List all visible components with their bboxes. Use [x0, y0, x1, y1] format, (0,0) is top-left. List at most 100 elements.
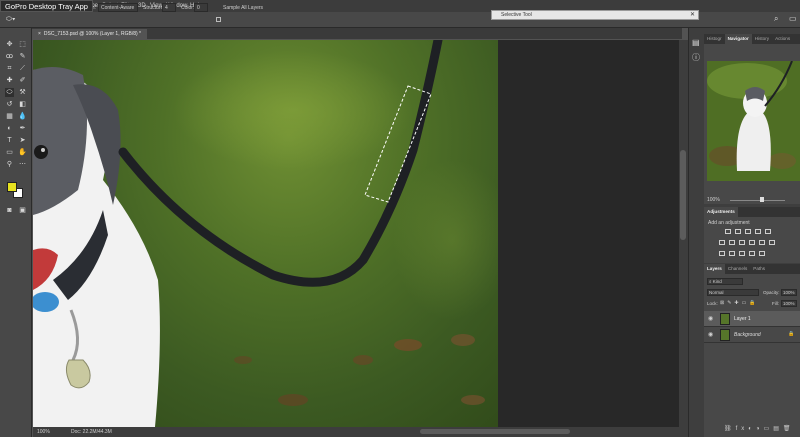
pen-tool-icon[interactable]: ✒: [18, 124, 27, 133]
history-brush-tool-icon[interactable]: ↺: [5, 100, 14, 109]
tab-actions[interactable]: Actions: [772, 34, 793, 44]
tab-paths[interactable]: Paths: [750, 264, 768, 274]
info-panel-icon[interactable]: ⓘ: [692, 52, 700, 63]
layer-thumbnail: [720, 329, 730, 341]
status-bar: 100% Doc: 22.2M/44.3M: [33, 427, 688, 437]
structure-select[interactable]: 4: [162, 3, 176, 12]
spot-healing-tool-icon[interactable]: ✚: [5, 76, 14, 85]
layer-filter-kind[interactable]: ⌕ Kind: [707, 278, 743, 285]
dodge-tool-icon[interactable]: ◐: [5, 124, 14, 133]
shape-tool-icon[interactable]: ▭: [5, 148, 14, 157]
close-icon[interactable]: ✕: [690, 11, 695, 19]
visibility-eye-icon[interactable]: ◉: [708, 331, 713, 338]
foreground-color-swatch[interactable]: [7, 182, 17, 192]
zoom-level[interactable]: 100%: [37, 427, 50, 437]
quick-select-tool-icon[interactable]: ✎: [18, 52, 27, 61]
photo-canvas: [33, 40, 498, 427]
layer-row-background[interactable]: ◉ Background 🔒: [704, 327, 800, 343]
search-icon[interactable]: ⌕: [774, 14, 778, 24]
navigator-preview[interactable]: [707, 61, 800, 181]
tab-navigator[interactable]: Navigator: [724, 34, 752, 44]
tab-histogram[interactable]: Histogr: [704, 34, 725, 44]
posterize-icon[interactable]: [729, 251, 735, 256]
patch-tool-preset-icon[interactable]: ⬭▾: [6, 15, 22, 24]
hand-tool-icon[interactable]: ✋: [18, 148, 27, 157]
black-white-icon[interactable]: [739, 240, 745, 245]
layers-footer-icons[interactable]: ⛓fx◐◑▭▤🗑: [724, 425, 795, 432]
blend-mode-select[interactable]: Normal: [707, 289, 759, 296]
vertical-scroll-thumb[interactable]: [680, 150, 686, 240]
selective-tool-window[interactable]: Selective Tool ✕: [491, 10, 699, 20]
eraser-tool-icon[interactable]: ◧: [18, 100, 27, 109]
quick-mask-icon[interactable]: ◙: [5, 206, 14, 215]
opacity-input[interactable]: 100%: [781, 289, 797, 296]
tab-close-icon[interactable]: ×: [38, 31, 41, 37]
navigator-zoom-slider-thumb[interactable]: [760, 197, 764, 202]
color-select[interactable]: 0: [194, 3, 208, 12]
lock-icons[interactable]: ⊠✎✚▭🔒: [720, 300, 759, 306]
tab-channels[interactable]: Channels: [725, 264, 750, 274]
layer-thumbnail: [720, 313, 730, 325]
levels-icon[interactable]: [735, 229, 741, 234]
tray-tooltip: GoPro Desktop Tray App: [0, 0, 93, 12]
navigator-zoom[interactable]: 100%: [707, 197, 720, 203]
hue-saturation-icon[interactable]: [719, 240, 725, 245]
fill-input[interactable]: 100%: [781, 300, 797, 307]
eyedropper-tool-icon[interactable]: ⟋: [18, 64, 27, 73]
move-tool-icon[interactable]: ✥: [5, 40, 14, 49]
sample-all-layers-label: Sample All Layers: [223, 5, 264, 11]
tab-history[interactable]: History: [752, 34, 772, 44]
adjustment-row-2: [719, 240, 775, 245]
exposure-icon[interactable]: [755, 229, 761, 234]
kind-label: Kind: [712, 279, 722, 284]
panel-icon-strip: ▤ ⓘ: [688, 28, 704, 437]
layer-name[interactable]: Background: [734, 332, 761, 338]
type-tool-icon[interactable]: T: [5, 136, 14, 145]
threshold-icon[interactable]: [739, 251, 745, 256]
vibrance-icon[interactable]: [765, 229, 771, 234]
channel-mixer-icon[interactable]: [759, 240, 765, 245]
selective-tool-title: Selective Tool: [501, 12, 532, 18]
visibility-eye-icon[interactable]: ◉: [708, 315, 713, 322]
selective-color-icon[interactable]: [759, 251, 765, 256]
history-panel-icon[interactable]: ▤: [692, 38, 700, 47]
horizontal-scroll-thumb[interactable]: [420, 429, 570, 434]
sample-all-layers-checkbox[interactable]: [216, 17, 221, 22]
path-select-tool-icon[interactable]: ➤: [18, 136, 27, 145]
adjustment-row-3: [719, 251, 765, 256]
layer-row-layer-1[interactable]: ◉ Layer 1: [704, 311, 800, 327]
tab-adjustments[interactable]: Adjustments: [704, 207, 738, 217]
fetch-select[interactable]: Content-Aware: [98, 3, 138, 12]
color-balance-icon[interactable]: [729, 240, 735, 245]
marquee-tool-icon[interactable]: ⬚: [18, 40, 27, 49]
patch-tool-icon[interactable]: ⬭: [5, 88, 14, 97]
workspace-icon[interactable]: ▭: [789, 14, 797, 23]
clone-stamp-tool-icon[interactable]: ⚒: [18, 88, 27, 97]
more-tools-icon[interactable]: ⋯: [18, 160, 27, 169]
lock-label: Lock:: [707, 301, 718, 306]
brightness-icon[interactable]: [725, 229, 731, 234]
screen-mode-icon[interactable]: ▣: [18, 206, 27, 215]
document-tab[interactable]: × DSC_7153.psd @ 100% (Layer 1, RGB/8) *: [32, 29, 147, 39]
curves-icon[interactable]: [745, 229, 751, 234]
navigator-zoom-slider[interactable]: [730, 200, 785, 201]
photo-filter-icon[interactable]: [749, 240, 755, 245]
crop-tool-icon[interactable]: ⌗: [5, 64, 14, 73]
color-lookup-icon[interactable]: [769, 240, 775, 245]
lasso-tool-icon[interactable]: ꝏ: [5, 52, 14, 61]
layer-name[interactable]: Layer 1: [734, 316, 751, 322]
pasteboard: [498, 40, 679, 427]
document-canvas[interactable]: [33, 40, 498, 427]
brush-tool-icon[interactable]: ✐: [18, 76, 27, 85]
tab-layers[interactable]: Layers: [704, 264, 725, 274]
blur-tool-icon[interactable]: 💧: [18, 112, 27, 121]
gradient-tool-icon[interactable]: ▦: [5, 112, 14, 121]
color-label: Color:: [181, 5, 195, 11]
doc-size: Doc: 22.2M/44.3M: [71, 429, 112, 435]
navigator-thumbnail: [707, 61, 800, 181]
invert-icon[interactable]: [719, 251, 725, 256]
add-adjustment-label: Add an adjustment: [708, 220, 750, 226]
zoom-tool-icon[interactable]: ⚲: [5, 160, 14, 169]
gradient-map-icon[interactable]: [749, 251, 755, 256]
document-tab-title: DSC_7153.psd @ 100% (Layer 1, RGB/8) *: [43, 31, 141, 37]
